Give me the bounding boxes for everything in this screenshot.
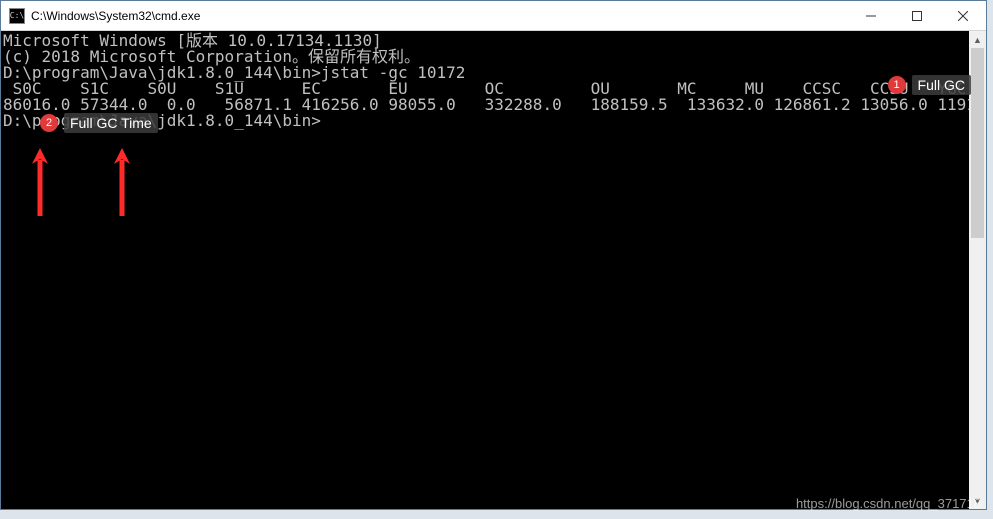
- annotation-badge: 1: [888, 76, 906, 94]
- maximize-button[interactable]: [894, 1, 940, 30]
- cmd-window: C:\ C:\Windows\System32\cmd.exe Microsof…: [0, 0, 987, 510]
- cmd-icon: C:\: [9, 8, 25, 24]
- window-controls: [848, 1, 986, 30]
- console-inner: Microsoft Windows [版本 10.0.17134.1130] (…: [1, 31, 969, 509]
- window-title: C:\Windows\System32\cmd.exe: [31, 9, 848, 23]
- scroll-thumb[interactable]: [971, 48, 984, 238]
- titlebar[interactable]: C:\ C:\Windows\System32\cmd.exe: [1, 1, 986, 31]
- annotation-label: Full GC: [912, 75, 971, 95]
- annotation-full-gc: 1 Full GC: [888, 75, 971, 95]
- console-area[interactable]: Microsoft Windows [版本 10.0.17134.1130] (…: [1, 31, 986, 509]
- annotation-label: Full GC Time: [64, 113, 158, 133]
- annotation-full-gc-time: 2 Full GC Time: [40, 113, 158, 133]
- vertical-scrollbar[interactable]: ▲ ▼: [969, 31, 986, 509]
- scroll-up-button[interactable]: ▲: [969, 31, 986, 48]
- close-button[interactable]: [940, 1, 986, 30]
- watermark-text: https://blog.csdn.net/qq_371718: [796, 496, 981, 511]
- minimize-button[interactable]: [848, 1, 894, 30]
- annotation-badge: 2: [40, 114, 58, 132]
